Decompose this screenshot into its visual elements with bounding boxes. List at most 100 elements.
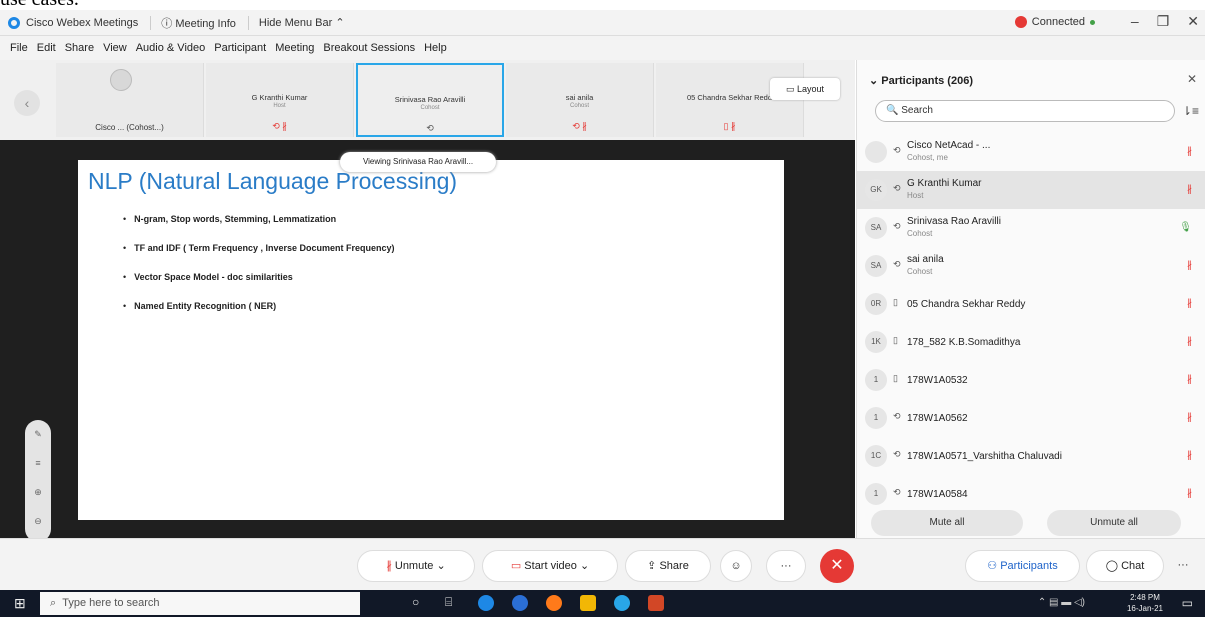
video-strip: ‹ Cisco ... (Cohost...) G Kranthi Kumar … — [0, 60, 855, 140]
system-tray-icons[interactable]: ⌃ ▤ ▬ ◁) — [1038, 597, 1085, 608]
mic-muted-icon[interactable]: ∦ — [1187, 412, 1192, 423]
mic-muted-icon[interactable]: ∦ — [1187, 260, 1192, 271]
participants-button[interactable]: ⚇ Participants — [965, 550, 1080, 582]
search-input[interactable]: 🔍 Search — [875, 100, 1175, 122]
audio-icon: ⟲ — [893, 259, 901, 269]
audio-icon: ⟲ — [893, 449, 901, 459]
app-title: Cisco Webex Meetings — [26, 16, 139, 29]
fit-icon[interactable]: ≡ — [25, 449, 51, 478]
participants-title[interactable]: ⌄ Participants (206) — [869, 74, 973, 87]
powerpoint-icon[interactable] — [648, 595, 664, 611]
chrome-icon[interactable] — [512, 595, 528, 611]
taskbar-search-input[interactable]: ⌕ Type here to search — [40, 592, 360, 615]
close-icon[interactable]: ✕ — [1187, 13, 1199, 30]
webex-icon[interactable] — [614, 595, 630, 611]
meeting-controls: ∦ Unmute ⌄ ▭ Start video ⌄ ⇪ Share ☺ ···… — [0, 538, 1205, 590]
menu-help[interactable]: Help — [424, 42, 447, 54]
participants-panel: ⌄ Participants (206) ✕ 🔍 Search ⇂≡ ⟲ Cisc… — [856, 60, 1205, 538]
firefox-icon[interactable] — [546, 595, 562, 611]
mic-muted-icon[interactable]: ∦ — [1187, 374, 1192, 385]
audio-icon: ⟲ — [426, 123, 434, 133]
clock[interactable]: 2:48 PM 16-Jan-21 — [1127, 592, 1163, 614]
audio-icon: ⟲ — [893, 183, 901, 193]
list-item[interactable]: SA ⟲ Srinivasa Rao Aravilli Cohost 🎙 — [857, 209, 1205, 247]
file-explorer-icon[interactable] — [580, 595, 596, 611]
more-icon[interactable]: ··· — [1168, 550, 1198, 582]
zoom-out-icon[interactable]: ⊖ — [25, 507, 51, 536]
mic-muted-icon[interactable]: ∦ — [1187, 184, 1192, 195]
mic-muted-icon[interactable]: ∦ — [1187, 146, 1192, 157]
video-tile[interactable]: G Kranthi Kumar Host ⟲ ∦ — [206, 63, 354, 137]
menu-breakout[interactable]: Breakout Sessions — [323, 42, 415, 54]
zoom-toolbar: ✎ ≡ ⊕ ⊖ — [25, 420, 51, 542]
avatar — [110, 69, 132, 91]
mic-muted-icon[interactable]: ∦ — [1187, 336, 1192, 347]
menu-audio-video[interactable]: Audio & Video — [136, 42, 206, 54]
menu-file[interactable]: File — [10, 42, 28, 54]
task-view-icon[interactable]: ⌸ — [445, 595, 452, 610]
annotate-icon[interactable]: ✎ — [25, 420, 51, 449]
menu-meeting[interactable]: Meeting — [275, 42, 314, 54]
avatar — [865, 141, 887, 163]
windows-start-icon[interactable]: ⊞ — [14, 595, 26, 612]
zoom-in-icon[interactable]: ⊕ — [25, 478, 51, 507]
minimize-icon[interactable]: – — [1131, 13, 1139, 30]
list-item[interactable]: 1 ⟲ 178W1A0562 ∦ — [857, 399, 1205, 437]
video-tile[interactable]: 05 Chandra Sekhar Redd ▯ ∦ — [656, 63, 804, 137]
video-tile[interactable]: Cisco ... (Cohost...) — [56, 63, 204, 137]
webex-logo-icon — [8, 16, 20, 29]
edge-icon[interactable] — [478, 595, 494, 611]
mic-muted-icon: ⟲ ∦ — [272, 121, 287, 131]
bullet: TF and IDF ( Term Frequency , Inverse Do… — [123, 243, 394, 253]
audio-icon: ⟲ — [893, 221, 901, 231]
menu-view[interactable]: View — [103, 42, 127, 54]
start-video-button[interactable]: ▭ Start video ⌄ — [482, 550, 618, 582]
hide-menu-bar-button[interactable]: Hide Menu Bar ⌃ — [259, 16, 345, 29]
viewing-banner: Viewing Srinivasa Rao Aravill... — [340, 152, 496, 172]
share-button[interactable]: ⇪ Share — [625, 550, 711, 582]
list-item[interactable]: 0R ▯ 05 Chandra Sekhar Reddy ∦ — [857, 285, 1205, 323]
slide-bullets: N-gram, Stop words, Stemming, Lemmatizat… — [123, 214, 395, 330]
layout-button[interactable]: ▭ Layout — [770, 78, 840, 100]
audio-icon: ⟲ — [893, 145, 901, 155]
restore-icon[interactable]: ❐ — [1157, 13, 1170, 30]
list-item[interactable]: 1C ⟲ 178W1A0571_Varshitha Chaluvadi ∦ — [857, 437, 1205, 475]
list-item[interactable]: 1 ▯ 178W1A0532 ∦ — [857, 361, 1205, 399]
chat-button[interactable]: ◯ Chat — [1086, 550, 1164, 582]
mic-muted-icon[interactable]: ∦ — [1187, 298, 1192, 309]
cortana-icon[interactable]: ○ — [412, 595, 419, 609]
status-dot-icon — [1090, 19, 1095, 25]
video-tile-selected[interactable]: Srinivasa Rao Aravilli Cohost ⟲ — [356, 63, 504, 137]
menu-edit[interactable]: Edit — [37, 42, 56, 54]
mute-all-button[interactable]: Mute all — [871, 510, 1023, 536]
more-options-button[interactable]: ··· — [766, 550, 806, 582]
mic-muted-icon[interactable]: ∦ — [1187, 450, 1192, 461]
audio-icon: ⟲ — [893, 487, 901, 497]
phone-icon: ▯ — [893, 335, 898, 345]
list-item[interactable]: GK ⟲ G Kranthi Kumar Host ∦ — [857, 171, 1205, 209]
list-item[interactable]: SA ⟲ sai anila Cohost ∦ — [857, 247, 1205, 285]
unmute-button[interactable]: ∦ Unmute ⌄ — [357, 550, 475, 582]
chevron-left-icon[interactable]: ‹ — [14, 90, 40, 116]
list-item[interactable]: ⟲ Cisco NetAcad - ... Cohost, me ∦ — [857, 133, 1205, 171]
bullet: N-gram, Stop words, Stemming, Lemmatizat… — [123, 214, 395, 224]
mic-muted-icon[interactable]: ∦ — [1187, 488, 1192, 499]
list-item[interactable]: 1K ▯ 178_582 K.B.Somadithya ∦ — [857, 323, 1205, 361]
reactions-button[interactable]: ☺ — [720, 550, 752, 582]
end-meeting-button[interactable]: ✕ — [820, 549, 854, 583]
title-bar: Cisco Webex Meetings ⓘ Meeting Info Hide… — [0, 10, 1205, 36]
participants-icon: ⚇ — [987, 560, 998, 572]
sort-icon[interactable]: ⇂≡ — [1182, 104, 1199, 118]
chat-icon: ◯ — [1105, 560, 1118, 572]
notification-icon[interactable]: ▭ — [1182, 596, 1193, 610]
close-icon[interactable]: ✕ — [1187, 72, 1197, 86]
connection-status[interactable]: Connected — [1014, 16, 1095, 28]
mic-active-icon[interactable]: 🎙 — [1179, 222, 1192, 233]
shared-content-area: NLP (Natural Language Processing) N-gram… — [0, 140, 855, 542]
menu-share[interactable]: Share — [65, 42, 94, 54]
video-tile[interactable]: sai anila Cohost ⟲ ∦ — [506, 63, 654, 137]
meeting-info-button[interactable]: ⓘ Meeting Info — [161, 15, 236, 31]
menu-participant[interactable]: Participant — [214, 42, 266, 54]
unmute-all-button[interactable]: Unmute all — [1047, 510, 1181, 536]
slide-title: NLP (Natural Language Processing) — [88, 168, 458, 194]
